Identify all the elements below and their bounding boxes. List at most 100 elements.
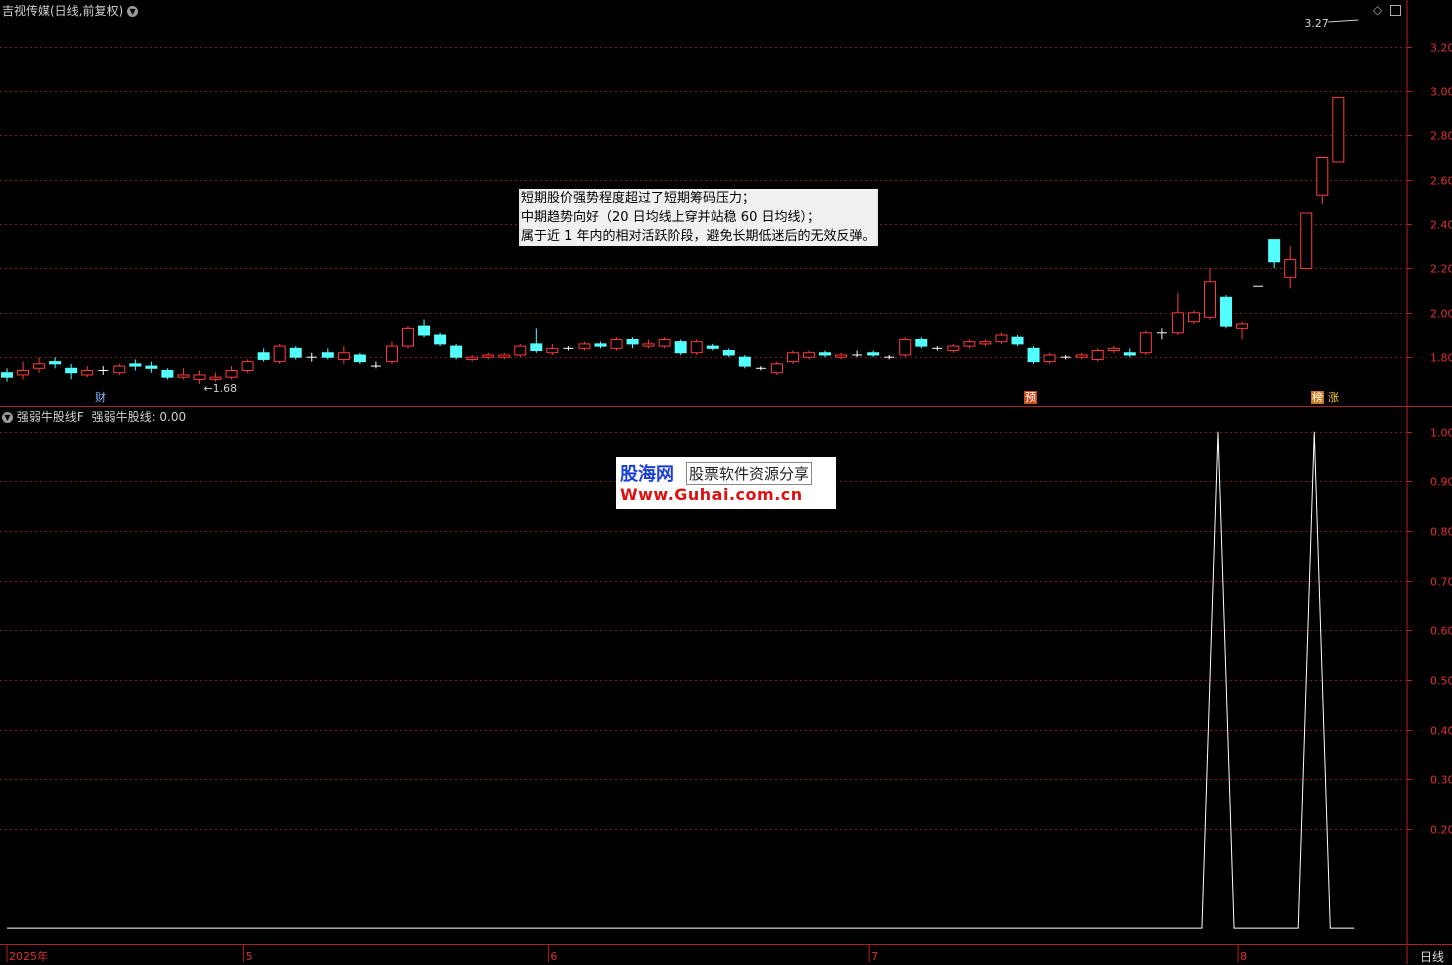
candle-body <box>145 365 158 369</box>
candle-body <box>434 334 447 345</box>
price-tick-label: 2.00 <box>1430 308 1452 321</box>
candle-body <box>658 338 671 347</box>
candle-body <box>193 374 206 380</box>
badge-zhang[interactable]: 涨 <box>1327 391 1340 404</box>
indicator-title[interactable]: 强弱牛股线F <box>17 410 84 424</box>
candle-body <box>1 372 13 378</box>
candle-body <box>1268 239 1281 263</box>
candle-body <box>17 370 30 376</box>
candle-body <box>1011 336 1024 345</box>
chart-title: 吉视传媒(日线,前复权) ▼ <box>2 2 139 19</box>
candle-body <box>546 347 559 354</box>
date-tick-label: 8 <box>1240 950 1247 963</box>
restore-icon[interactable] <box>1390 5 1402 16</box>
candle-body <box>418 325 431 336</box>
indicator-tick-label: 0.70 <box>1430 576 1452 589</box>
candle-body <box>738 356 751 367</box>
candle-body <box>177 374 190 378</box>
candle-body <box>674 341 687 354</box>
candle-body <box>835 354 848 358</box>
diamond-icon[interactable]: ◇ <box>1373 3 1382 17</box>
candle-body <box>514 345 527 356</box>
candle-body <box>1300 212 1313 269</box>
indicator-tick-label: 0.20 <box>1430 824 1452 837</box>
date-tick-label: 5 <box>246 950 253 963</box>
candle-body <box>1284 259 1297 278</box>
candle-body <box>450 345 463 358</box>
candle-body <box>466 356 479 360</box>
price-tick-label: 2.20 <box>1430 263 1452 276</box>
candle-body <box>1043 354 1056 363</box>
candle-body <box>642 343 655 347</box>
watermark-brand: 股海网 <box>620 464 674 485</box>
candle-body <box>947 345 960 352</box>
indicator-tick-label: 0.60 <box>1430 625 1452 638</box>
candle-body <box>257 352 270 360</box>
candle-body <box>1316 157 1329 196</box>
candle-body <box>321 352 334 358</box>
price-tick-label: 2.60 <box>1430 175 1452 188</box>
candle-body <box>722 350 735 356</box>
candle-body <box>610 338 623 349</box>
watermark-url: Www.Guhai.com.cn <box>620 485 803 504</box>
candle-body <box>161 370 174 378</box>
badge-bang[interactable]: 榜 <box>1311 391 1324 404</box>
window-controls: ◇ <box>1373 3 1402 17</box>
candle-body <box>273 345 286 363</box>
badge-yu[interactable]: 预 <box>1024 391 1037 404</box>
date-tick-label: 6 <box>550 950 557 963</box>
price-tick-label: 3.20 <box>1430 42 1452 55</box>
watermark-logo: 股海网 股票软件资源分享 Www.Guhai.com.cn <box>616 457 836 509</box>
candle-body <box>706 345 719 349</box>
high-price-marker: 3.27 <box>1304 17 1329 30</box>
candle-body <box>1091 350 1104 360</box>
candle-body <box>1204 281 1216 318</box>
candle-body <box>626 338 639 345</box>
annotation-line: 短期股价强势程度超过了短期筹码压力； <box>521 189 876 208</box>
watermark-tagline: 股票软件资源分享 <box>686 462 813 485</box>
price-tick-label: 1.80 <box>1430 352 1452 365</box>
candle-body <box>337 352 350 360</box>
indicator-tick-label: 1.00 <box>1430 427 1452 440</box>
price-tick-label: 2.80 <box>1430 130 1452 143</box>
candle-body <box>33 363 46 369</box>
candle-body <box>819 352 832 356</box>
candle-body <box>786 352 799 363</box>
candle-body <box>995 334 1008 343</box>
annotation-line: 中期趋势向好（20 日均线上穿并站稳 60 日均线）； <box>521 208 876 227</box>
candle-body <box>867 352 880 356</box>
candle-body <box>899 338 912 356</box>
date-tick-label: 7 <box>871 950 878 963</box>
price-tick-label: 3.00 <box>1430 86 1452 99</box>
indicator-tick-label: 0.40 <box>1430 725 1452 738</box>
candle-body <box>803 352 815 358</box>
candle-body <box>482 354 495 358</box>
candle-body <box>1123 352 1136 356</box>
chevron-down-icon[interactable]: ▼ <box>2 412 13 423</box>
candle-body <box>225 370 238 378</box>
candle-body <box>578 343 591 349</box>
candle-body <box>963 341 976 347</box>
candle-body <box>1027 347 1040 363</box>
indicator-tick-label: 0.50 <box>1430 675 1452 688</box>
period-label[interactable]: 日线 <box>1420 948 1444 965</box>
badge-cai[interactable]: 财 <box>94 391 107 404</box>
candle-body <box>241 361 254 372</box>
candle-body <box>915 338 928 347</box>
candle-body <box>1107 347 1120 352</box>
candle-body <box>353 354 366 363</box>
candle-body <box>979 341 992 345</box>
candle-body <box>1171 312 1184 334</box>
candle-body <box>289 347 302 358</box>
indicator-tick-label: 0.30 <box>1430 774 1452 787</box>
chevron-down-icon[interactable]: ▼ <box>127 6 139 17</box>
candle-body <box>49 361 62 365</box>
date-x-axis: 2025年 5 6 7 8 <box>6 944 1247 963</box>
annotation-box: 短期股价强势程度超过了短期筹码压力； 中期趋势向好（20 日均线上穿并站稳 60… <box>519 189 878 246</box>
annotation-line: 属于近 1 年内的相对活跃阶段，避免长期低迷后的无效反弹。 <box>521 227 876 246</box>
indicator-y-axis: 1.00 0.90 0.80 0.70 0.60 0.50 0.40 0.30 0.20 <box>1407 427 1452 837</box>
indicator-tick-label: 0.80 <box>1430 526 1452 539</box>
candle-body <box>1075 354 1088 358</box>
candle-body <box>385 345 398 363</box>
candle-body <box>594 343 607 347</box>
